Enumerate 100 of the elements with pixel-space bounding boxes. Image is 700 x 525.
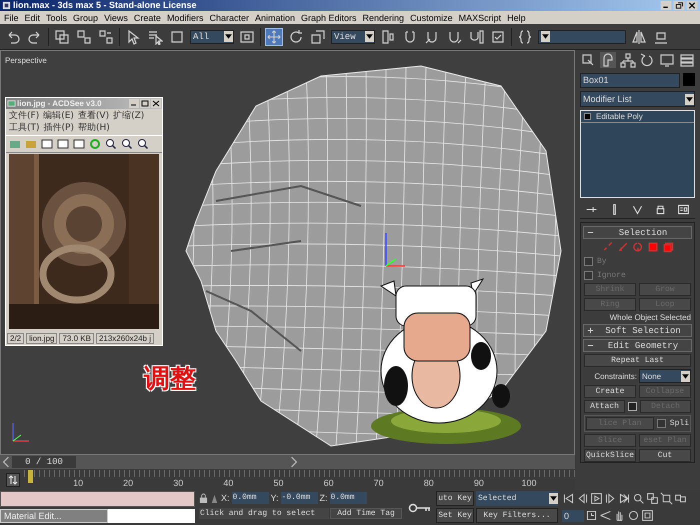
image-viewer-window[interactable]: lion.jpg - ACDSee v3.0 文件(F) 编辑(E) 查看(V) 扩缩(Z) 工具(T) 插件(P) 帮助(H) 2/2 lion.jpg 73.0 KB 213x260x24b j: [5, 97, 163, 346]
move-icon[interactable]: [265, 28, 283, 46]
modify-tab-icon[interactable]: [600, 52, 616, 68]
menu-item[interactable]: Animation: [252, 12, 298, 22]
menu-item[interactable]: Tools: [43, 12, 70, 22]
collapse-icon[interactable]: [587, 229, 594, 236]
close-button[interactable]: [686, 1, 698, 10]
arc-rotate-icon[interactable]: [627, 509, 640, 522]
constraints-dropdown[interactable]: None: [639, 369, 691, 383]
modifier-list-dropdown[interactable]: Modifier List: [580, 91, 695, 107]
dropdown-arrow-icon[interactable]: [541, 31, 550, 42]
restore-button[interactable]: [673, 1, 685, 10]
zoom-all-icon[interactable]: [646, 492, 659, 505]
close-button[interactable]: [151, 99, 161, 108]
menu-item[interactable]: Customize: [407, 12, 456, 22]
key-icon[interactable]: [408, 502, 432, 514]
menu-item[interactable]: Graph Editors: [298, 12, 360, 22]
minimize-button[interactable]: [660, 1, 672, 10]
menu-item[interactable]: File: [1, 12, 22, 22]
zoom-extents-icon[interactable]: [660, 492, 673, 505]
set-key-button[interactable]: Set Key: [436, 508, 474, 523]
script-input-field[interactable]: [108, 509, 195, 523]
zoom-extents-all-icon[interactable]: [674, 492, 687, 505]
add-time-tag-button[interactable]: Add Time Tag: [330, 508, 402, 519]
window-icon[interactable]: [41, 138, 53, 150]
rollout-button[interactable]: QuickSlice: [584, 449, 636, 462]
viewport[interactable]: Perspective 调整 lion.jpg - ACDSee v3.0 文件(F) 编辑(E) 查看(V) 扩缩(Z) 工具(T) 插件(P) 帮助(H) 2/2 lion.jpg 73.0 KB 213x260x24b j: [0, 50, 575, 455]
menu-item[interactable]: Modifiers: [164, 12, 206, 22]
lock-icon[interactable]: [199, 492, 208, 504]
menu-item[interactable]: 插件(P): [44, 122, 74, 134]
named-sets-icon[interactable]: [516, 28, 534, 46]
minimize-button[interactable]: [129, 99, 139, 108]
unlink-icon[interactable]: [75, 28, 93, 46]
maxscript-listener-field[interactable]: [0, 491, 195, 507]
transform-gizmo-icon[interactable]: [385, 233, 405, 267]
maximize-button[interactable]: [140, 99, 150, 108]
x-coordinate-field[interactable]: 0.0mm: [232, 492, 269, 504]
zoom-in-icon[interactable]: [121, 138, 133, 150]
scale-icon[interactable]: [309, 28, 327, 46]
reference-coordinate-dropdown[interactable]: View: [331, 30, 375, 44]
object-color-swatch[interactable]: [683, 73, 695, 86]
modifier-stack[interactable]: Editable Poly: [580, 110, 695, 198]
rollout-button[interactable]: Attach: [584, 400, 626, 413]
object-name-field[interactable]: Box01: [580, 73, 680, 88]
stack-item[interactable]: Editable Poly: [581, 111, 694, 123]
dropdown-arrow-icon[interactable]: [681, 370, 690, 382]
menu-item[interactable]: 扩缩(Z): [113, 110, 144, 122]
maximize-viewport-icon[interactable]: [641, 509, 654, 522]
menu-item[interactable]: Edit: [22, 12, 44, 22]
rollout-button[interactable]: Cut: [639, 449, 691, 462]
previous-frame-icon[interactable]: [576, 492, 589, 505]
absolute-mode-icon[interactable]: [210, 492, 219, 504]
display-tab-icon[interactable]: [659, 52, 676, 68]
zoom-icon[interactable]: [632, 492, 645, 505]
menu-item[interactable]: Views: [101, 12, 131, 22]
current-frame-field[interactable]: 0: [562, 510, 584, 522]
rollout-header[interactable]: Selection: [583, 226, 692, 239]
time-slider-thumb[interactable]: 0 / 100: [12, 456, 76, 468]
go-to-end-icon[interactable]: [618, 492, 631, 505]
track-bar[interactable]: 10 20 30 40 50 60 70 80 90 100: [24, 470, 575, 490]
hierarchy-tab-icon[interactable]: [620, 52, 636, 68]
polygon-icon[interactable]: [646, 241, 658, 253]
menu-item[interactable]: 工具(T): [9, 122, 40, 134]
dropdown-arrow-icon[interactable]: [685, 94, 694, 104]
rollout-header[interactable]: Edit Geometry: [583, 339, 692, 352]
next-frame-icon[interactable]: [604, 492, 617, 505]
menu-item[interactable]: Create: [130, 12, 164, 22]
settings-button[interactable]: [628, 402, 638, 411]
checkbox[interactable]: Spli: [656, 418, 689, 430]
collapse-icon[interactable]: [587, 342, 594, 349]
time-config-icon[interactable]: [585, 509, 598, 522]
mirror-icon[interactable]: [630, 28, 648, 46]
go-to-start-icon[interactable]: [562, 492, 575, 505]
field-of-view-icon[interactable]: [599, 509, 612, 522]
zoom-icon[interactable]: [137, 138, 149, 150]
z-coordinate-field[interactable]: 0.0mm: [330, 492, 367, 504]
dropdown-arrow-icon[interactable]: [224, 31, 233, 42]
viewport-label[interactable]: Perspective: [5, 56, 47, 65]
menu-item[interactable]: Character: [206, 12, 252, 22]
key-filters-button[interactable]: Key Filters...: [476, 508, 558, 523]
dropdown-arrow-icon[interactable]: [365, 31, 374, 42]
selection-filter-dropdown[interactable]: All: [190, 30, 234, 44]
motion-tab-icon[interactable]: [639, 52, 656, 68]
play-icon[interactable]: [590, 492, 603, 505]
create-tab-icon[interactable]: [580, 52, 596, 68]
menu-item[interactable]: 查看(V): [78, 110, 110, 122]
menu-item[interactable]: Help: [504, 12, 529, 22]
rollout-button[interactable]: Create: [584, 385, 636, 398]
rollout-button[interactable]: Repeat Last: [584, 354, 691, 367]
utilities-tab-icon[interactable]: [678, 52, 695, 68]
rollout-header[interactable]: Soft Selection: [583, 324, 692, 337]
menu-item[interactable]: Rendering: [360, 12, 408, 22]
menu-item[interactable]: 帮助(H): [78, 122, 110, 134]
curve-editor-icon[interactable]: [6, 472, 20, 486]
auto-key-button[interactable]: uto Key: [436, 491, 474, 506]
element-icon[interactable]: [662, 241, 674, 253]
key-mode-dropdown[interactable]: Selected: [476, 491, 558, 506]
remove-modifier-icon[interactable]: [654, 203, 667, 216]
zoom-out-icon[interactable]: [105, 138, 117, 150]
named-selection-dropdown[interactable]: [538, 30, 626, 44]
